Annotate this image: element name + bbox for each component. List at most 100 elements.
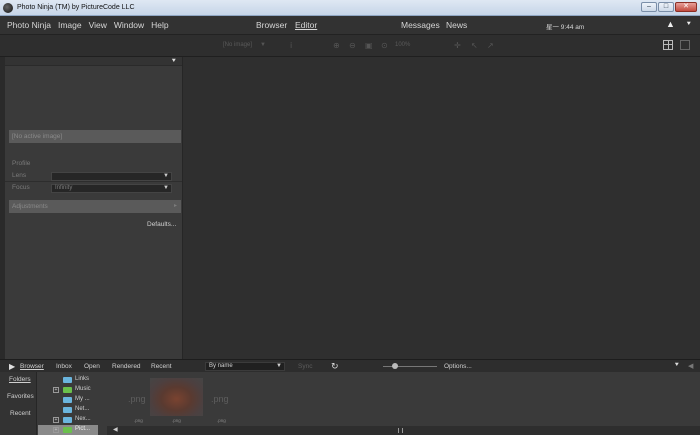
expand-icon[interactable]: + — [53, 417, 59, 423]
tree-item-label: Pict... — [75, 426, 91, 432]
eyedropper-icon[interactable]: ↗ — [487, 41, 494, 50]
messages-link[interactable]: Messages — [401, 20, 440, 30]
browser-tab-open[interactable]: Open — [84, 363, 100, 370]
sort-value: By name — [209, 363, 233, 369]
collapse-up-icon[interactable]: ▲ — [666, 19, 675, 29]
browser-pin-icon[interactable]: ⯆ — [674, 362, 680, 370]
scroll-grip[interactable] — [398, 428, 403, 433]
browser-tab-rendered[interactable]: Rendered — [112, 363, 141, 370]
options-button[interactable]: Options... — [444, 363, 472, 370]
profile-label: Profile — [12, 160, 31, 167]
panel-pin-icon[interactable]: ⯆ — [171, 58, 177, 66]
lens-label: Lens — [12, 172, 27, 179]
menu-help[interactable]: Help — [151, 20, 168, 30]
image-select-chevron-down-icon[interactable]: ▼ — [260, 42, 266, 48]
single-layout-icon[interactable] — [680, 40, 690, 50]
folder-icon — [63, 397, 72, 403]
adjustments-chevron-icon: ▸ — [173, 203, 177, 209]
side-tab-recent[interactable]: Recent — [10, 410, 31, 417]
folder-icon — [63, 417, 72, 423]
adjustments-label: Adjustments — [12, 203, 48, 210]
thumbnail-caption: .png — [172, 418, 181, 423]
menu-view[interactable]: View — [89, 20, 107, 30]
window-controls: – □ ✕ — [641, 2, 697, 12]
focus-label: Focus — [12, 184, 30, 191]
folder-icon — [63, 427, 72, 433]
refresh-icon[interactable]: ↻ — [331, 361, 339, 372]
folder-icon — [63, 387, 72, 393]
tree-item-label: My ... — [75, 396, 90, 402]
maximize-button[interactable]: □ — [658, 2, 674, 12]
focus-chevron-down-icon: ▼ — [163, 185, 169, 191]
sort-chevron-down-icon: ▼ — [276, 363, 282, 369]
active-image-bar[interactable]: [No active image] — [9, 130, 181, 143]
tree-item[interactable]: Net... — [38, 405, 98, 415]
adjustments-bar[interactable]: Adjustments ▸ — [9, 200, 181, 213]
browser-strip-bar: ▶ Browser Inbox Open Rendered Recent By … — [0, 359, 700, 372]
thumb-size-slider-handle[interactable] — [392, 363, 398, 369]
browser-tab-browser[interactable]: Browser — [20, 363, 44, 370]
side-tab-folders[interactable]: Folders — [9, 376, 31, 383]
image-select[interactable]: [No image] — [223, 42, 252, 48]
tree-item[interactable]: My ... — [38, 395, 98, 405]
pointer-icon[interactable]: ↖ — [471, 41, 478, 50]
thumbnail-caption: .png — [217, 418, 226, 423]
window-title: Photo Ninja (TM) by PictureCode LLC — [17, 4, 135, 11]
zoom-actual-icon[interactable]: ⊙ — [381, 41, 388, 50]
browser-collapse-icon[interactable]: ◀ — [688, 362, 693, 370]
grid-layout-icon[interactable] — [663, 40, 673, 50]
browser-side-tabs: Folders Favorites Recent — [0, 372, 37, 435]
thumbnail-placeholder[interactable]: .png — [211, 394, 229, 404]
tab-browser[interactable]: Browser — [256, 20, 287, 30]
clock-status: 星一 9:44 am — [546, 24, 585, 31]
side-tab-favorites[interactable]: Favorites — [7, 393, 34, 400]
editor-toolbar: [No image] ▼ ⅰ ⊕ ⊖ ▣ ⊙ 100% ✛ ↖ ↗ — [0, 34, 700, 57]
defaults-button[interactable]: Defaults... — [147, 221, 176, 228]
title-bar: Photo Ninja (TM) by PictureCode LLC – □ … — [0, 0, 700, 16]
tree-item-label: Music — [75, 386, 91, 392]
tree-item-label: Links — [75, 376, 90, 382]
tree-item[interactable]: Links — [38, 375, 98, 385]
browser-tab-inbox[interactable]: Inbox — [56, 363, 72, 370]
info-icon[interactable]: ⅰ — [290, 41, 292, 50]
expand-icon[interactable]: + — [53, 387, 59, 393]
image-canvas[interactable] — [182, 57, 700, 359]
active-image-label: [No active image] — [12, 133, 63, 140]
browser-tab-recent[interactable]: Recent — [151, 363, 172, 370]
lens-select[interactable]: ▼ — [51, 172, 172, 181]
thumbnail-scrollbar[interactable]: ◀ — [107, 426, 700, 435]
browser-panel: Folders Favorites Recent Links + Music M… — [0, 372, 700, 435]
zoom-in-icon[interactable]: ⊕ — [333, 41, 340, 50]
tree-item-selected[interactable]: + Pict... — [38, 425, 98, 435]
zoom-level: 100% — [395, 42, 411, 48]
folder-tree: Links + Music My ... Net... + Nex... + P… — [38, 372, 144, 435]
folder-icon — [63, 377, 72, 383]
folder-icon — [63, 407, 72, 413]
play-icon[interactable]: ▶ — [9, 362, 15, 371]
tree-item-label: Net... — [75, 406, 90, 412]
zoom-fit-icon[interactable]: ▣ — [365, 41, 373, 50]
minimize-button[interactable]: – — [641, 2, 657, 12]
menu-window[interactable]: Window — [114, 20, 144, 30]
menu-photo-ninja[interactable]: Photo Ninja — [7, 20, 51, 30]
thumbnail-caption: .png — [134, 418, 143, 423]
sort-select[interactable]: By name ▼ — [205, 362, 285, 371]
crosshair-icon[interactable]: ✛ — [454, 41, 461, 50]
tab-editor[interactable]: Editor — [295, 20, 317, 30]
thumbnail-placeholder[interactable]: .png — [128, 394, 146, 404]
editor-left-panel: ⯆ [No active image] Profile Lens ▼ Focus… — [5, 57, 182, 359]
panel-divider — [5, 181, 182, 182]
zoom-out-icon[interactable]: ⊖ — [349, 41, 356, 50]
menu-image[interactable]: Image — [58, 20, 82, 30]
pin-icon[interactable]: ⯆ — [686, 21, 692, 29]
tree-item[interactable]: + Music — [38, 385, 98, 395]
sync-button[interactable]: Sync — [298, 363, 312, 370]
focus-select[interactable]: Infinity ▼ — [51, 184, 172, 193]
thumbnail-grid: .png .png .png .png .png — [107, 372, 700, 426]
news-link[interactable]: News — [446, 20, 467, 30]
scroll-left-icon[interactable]: ◀ — [113, 426, 118, 433]
expand-icon[interactable]: + — [53, 427, 59, 433]
thumbnail-image[interactable] — [150, 378, 203, 416]
close-button[interactable]: ✕ — [675, 2, 697, 12]
tree-item[interactable]: + Nex... — [38, 415, 98, 425]
